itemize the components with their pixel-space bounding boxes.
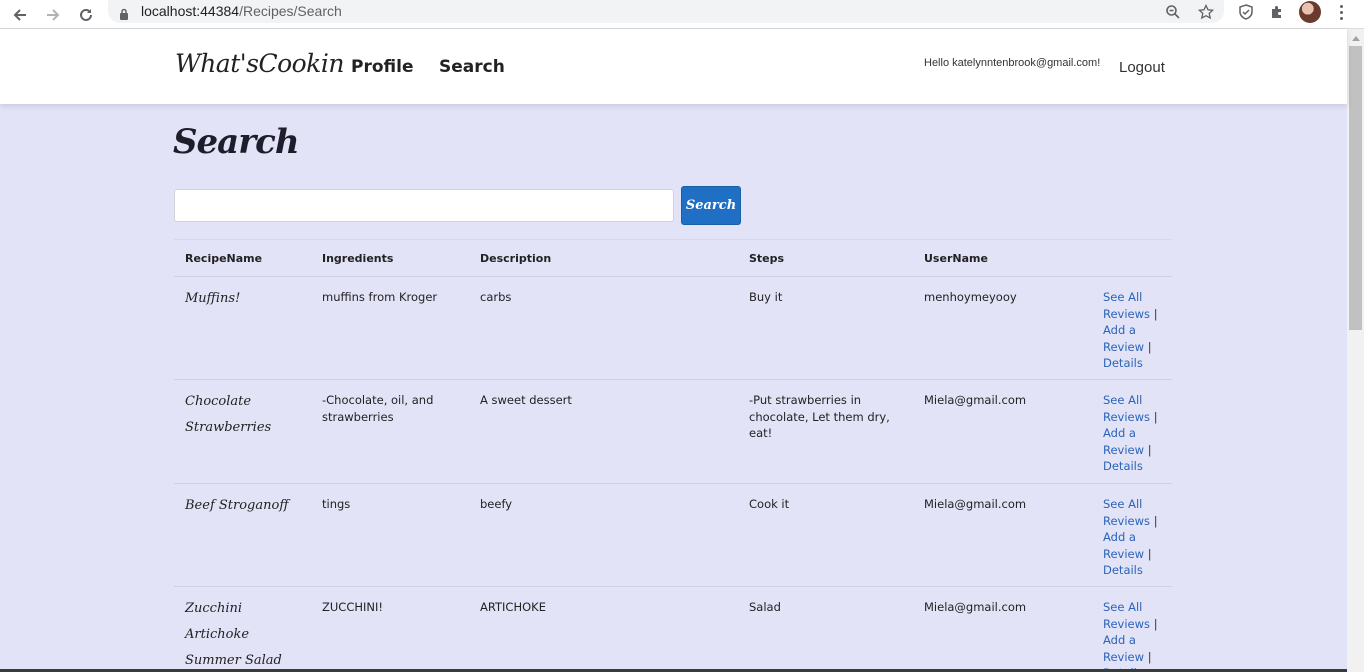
- logout-link[interactable]: Logout: [1119, 59, 1165, 76]
- see-all-reviews-link[interactable]: See All Reviews: [1103, 393, 1150, 424]
- recipe-name-line: Chocolate: [185, 394, 252, 409]
- ingredients-cell: muffins from Kroger: [322, 289, 462, 306]
- ingredients-line: -Chocolate, oil, and: [322, 393, 434, 407]
- menu-dots-icon[interactable]: [1334, 3, 1348, 21]
- steps-cell: Salad: [749, 599, 909, 616]
- ingredients-cell: ZUCCHINI!: [322, 599, 462, 616]
- site-navbar: What'sCookin Profile Search Hello kately…: [0, 29, 1347, 104]
- steps-line: -Put strawberries in: [749, 393, 862, 407]
- header-recipe-name: RecipeName: [185, 252, 263, 265]
- add-review-link[interactable]: Add a Review: [1103, 323, 1144, 354]
- separator: |: [1147, 442, 1152, 457]
- profile-avatar[interactable]: [1299, 1, 1321, 23]
- ingredients-line: strawberries: [322, 409, 394, 424]
- greeting-text: Hello katelynntenbrook@gmail.com!: [924, 57, 1101, 69]
- steps-cell: Cook it: [749, 496, 909, 513]
- bookmark-star-icon[interactable]: [1197, 3, 1215, 21]
- header-ingredients: Ingredients: [322, 252, 394, 265]
- ingredients-cell: -Chocolate, oil, and strawberries: [322, 392, 462, 425]
- ingredients-line: ZUCCHINI!: [322, 600, 383, 614]
- header-username: UserName: [924, 252, 988, 265]
- steps-line: Buy it: [749, 290, 783, 304]
- shield-icon[interactable]: [1237, 3, 1255, 21]
- username-cell: Miela@gmail.com: [924, 393, 1027, 407]
- description-cell: A sweet dessert: [480, 393, 572, 407]
- recipe-name-line: Beef Stroganoff: [185, 498, 289, 513]
- details-link[interactable]: Details: [1103, 356, 1143, 370]
- page-title: Search: [173, 122, 300, 162]
- details-link[interactable]: Details: [1103, 563, 1143, 577]
- separator: |: [1153, 409, 1158, 424]
- username-cell: Miela@gmail.com: [924, 600, 1027, 614]
- ingredients-line: tings: [322, 497, 351, 511]
- back-arrow-icon[interactable]: [9, 4, 31, 26]
- description-cell: beefy: [480, 497, 513, 511]
- extensions-puzzle-icon[interactable]: [1268, 3, 1286, 21]
- browser-toolbar: localhost:44384/Recipes/Search: [0, 0, 1364, 29]
- description-cell: carbs: [480, 290, 512, 304]
- add-review-link[interactable]: Add a Review: [1103, 530, 1144, 561]
- scrollbar-thumb[interactable]: [1349, 46, 1362, 330]
- search-input[interactable]: [174, 189, 674, 222]
- recipe-name-cell: Zucchini Artichoke Summer Salad: [185, 596, 305, 672]
- see-all-reviews-link[interactable]: See All Reviews: [1103, 290, 1150, 321]
- nav-profile-link[interactable]: Profile: [351, 57, 413, 77]
- description-cell: ARTICHOKE: [480, 600, 546, 614]
- add-review-link[interactable]: Add a Review: [1103, 633, 1144, 664]
- ingredients-line: muffins from Kroger: [322, 290, 438, 304]
- scroll-up-arrow-icon[interactable]: [1347, 29, 1364, 46]
- separator: |: [1147, 546, 1152, 561]
- reload-icon[interactable]: [75, 4, 97, 26]
- steps-line: Salad: [749, 600, 781, 614]
- recipes-table: RecipeName Ingredients Description Steps…: [174, 239, 1172, 672]
- header-steps: Steps: [749, 252, 785, 265]
- address-url: localhost:44384/Recipes/Search: [141, 3, 342, 19]
- recipe-name-cell: Beef Stroganoff: [185, 493, 305, 519]
- steps-line: Cook it: [749, 497, 790, 511]
- forward-arrow-icon[interactable]: [42, 4, 64, 26]
- separator: |: [1147, 339, 1152, 354]
- separator: |: [1147, 649, 1152, 664]
- separator: |: [1153, 513, 1158, 528]
- add-review-link[interactable]: Add a Review: [1103, 426, 1144, 457]
- steps-cell: Buy it: [749, 289, 909, 306]
- row-actions: See AllReviews | Add aReview | Details: [1103, 599, 1163, 672]
- nav-search-link[interactable]: Search: [439, 57, 505, 77]
- search-button[interactable]: Search: [681, 186, 741, 225]
- address-bar[interactable]: localhost:44384/Recipes/Search: [108, 0, 1224, 23]
- table-row: Muffins! muffins from Kroger carbs Buy i…: [174, 277, 1172, 380]
- page-scrollbar[interactable]: [1347, 29, 1364, 672]
- separator: |: [1153, 616, 1158, 631]
- table-header-row: RecipeName Ingredients Description Steps…: [174, 239, 1172, 277]
- recipe-name-line: Zucchini Artichoke: [185, 601, 250, 642]
- table-row: Beef Stroganoff tings beefy Cook it Miel…: [174, 484, 1172, 587]
- see-all-reviews-link[interactable]: See All Reviews: [1103, 600, 1150, 631]
- row-actions: See AllReviews | Add aReview | Details: [1103, 496, 1163, 579]
- username-cell: Miela@gmail.com: [924, 497, 1027, 511]
- recipe-name-cell: Chocolate Strawberries: [185, 389, 305, 441]
- username-cell: menhoymeyooy: [924, 290, 1017, 304]
- header-description: Description: [480, 252, 552, 265]
- see-all-reviews-link[interactable]: See All Reviews: [1103, 497, 1150, 528]
- separator: |: [1153, 306, 1158, 321]
- lock-icon: [119, 5, 129, 24]
- brand-logo[interactable]: What'sCookin: [175, 49, 344, 78]
- ingredients-cell: tings: [322, 496, 462, 513]
- steps-cell: -Put strawberries in chocolate, Let them…: [749, 392, 909, 442]
- zoom-icon[interactable]: [1164, 3, 1182, 21]
- table-row: Zucchini Artichoke Summer Salad ZUCCHINI…: [174, 587, 1172, 672]
- row-actions: See AllReviews | Add aReview | Details: [1103, 289, 1163, 372]
- details-link[interactable]: Details: [1103, 459, 1143, 473]
- recipe-name-cell: Muffins!: [185, 286, 305, 312]
- steps-line: chocolate, Let them dry, eat!: [749, 409, 890, 441]
- recipe-name-line: Muffins!: [185, 291, 241, 306]
- recipe-name-line: Strawberries: [185, 420, 272, 435]
- table-row: Chocolate Strawberries -Chocolate, oil, …: [174, 380, 1172, 484]
- row-actions: See AllReviews | Add aReview | Details: [1103, 392, 1163, 475]
